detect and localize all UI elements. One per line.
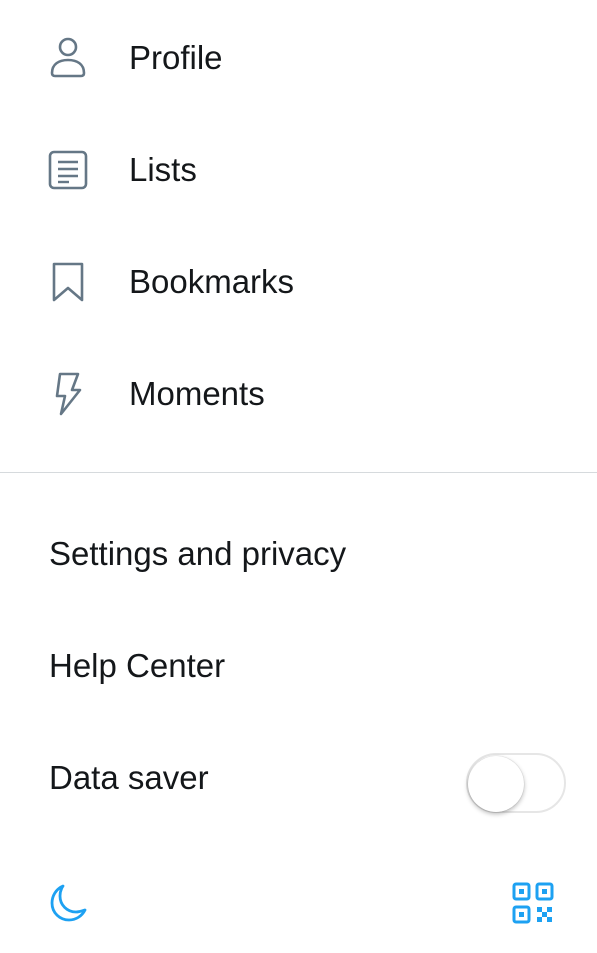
- moon-icon: [46, 881, 90, 930]
- settings-item-label: Help Center: [49, 647, 226, 684]
- qr-code-icon: [511, 881, 555, 930]
- divider: [0, 472, 597, 473]
- menu-item-label: Moments: [129, 375, 265, 412]
- bookmark-icon: [46, 260, 90, 304]
- menu-item-moments[interactable]: Moments: [0, 344, 597, 444]
- night-mode-button[interactable]: [43, 880, 93, 930]
- settings-item-label: Settings and privacy: [49, 535, 347, 572]
- person-icon: [46, 36, 90, 80]
- data-saver-item: Data saver: [0, 734, 597, 824]
- help-center-item[interactable]: Help Center: [0, 622, 597, 712]
- list-icon: [46, 148, 90, 192]
- menu-item-label: Profile: [129, 39, 223, 76]
- data-saver-toggle[interactable]: [466, 753, 566, 813]
- lightning-icon: [46, 372, 90, 416]
- menu-item-lists[interactable]: Lists: [0, 120, 597, 220]
- menu-item-bookmarks[interactable]: Bookmarks: [0, 232, 597, 332]
- menu-item-label: Bookmarks: [129, 263, 295, 300]
- settings-and-privacy-item[interactable]: Settings and privacy: [0, 510, 597, 600]
- menu-item-profile[interactable]: Profile: [0, 8, 597, 108]
- qr-code-button[interactable]: [508, 880, 558, 930]
- menu-item-label: Lists: [129, 151, 197, 188]
- data-saver-label: Data saver: [49, 759, 209, 796]
- toggle-knob: [468, 756, 524, 812]
